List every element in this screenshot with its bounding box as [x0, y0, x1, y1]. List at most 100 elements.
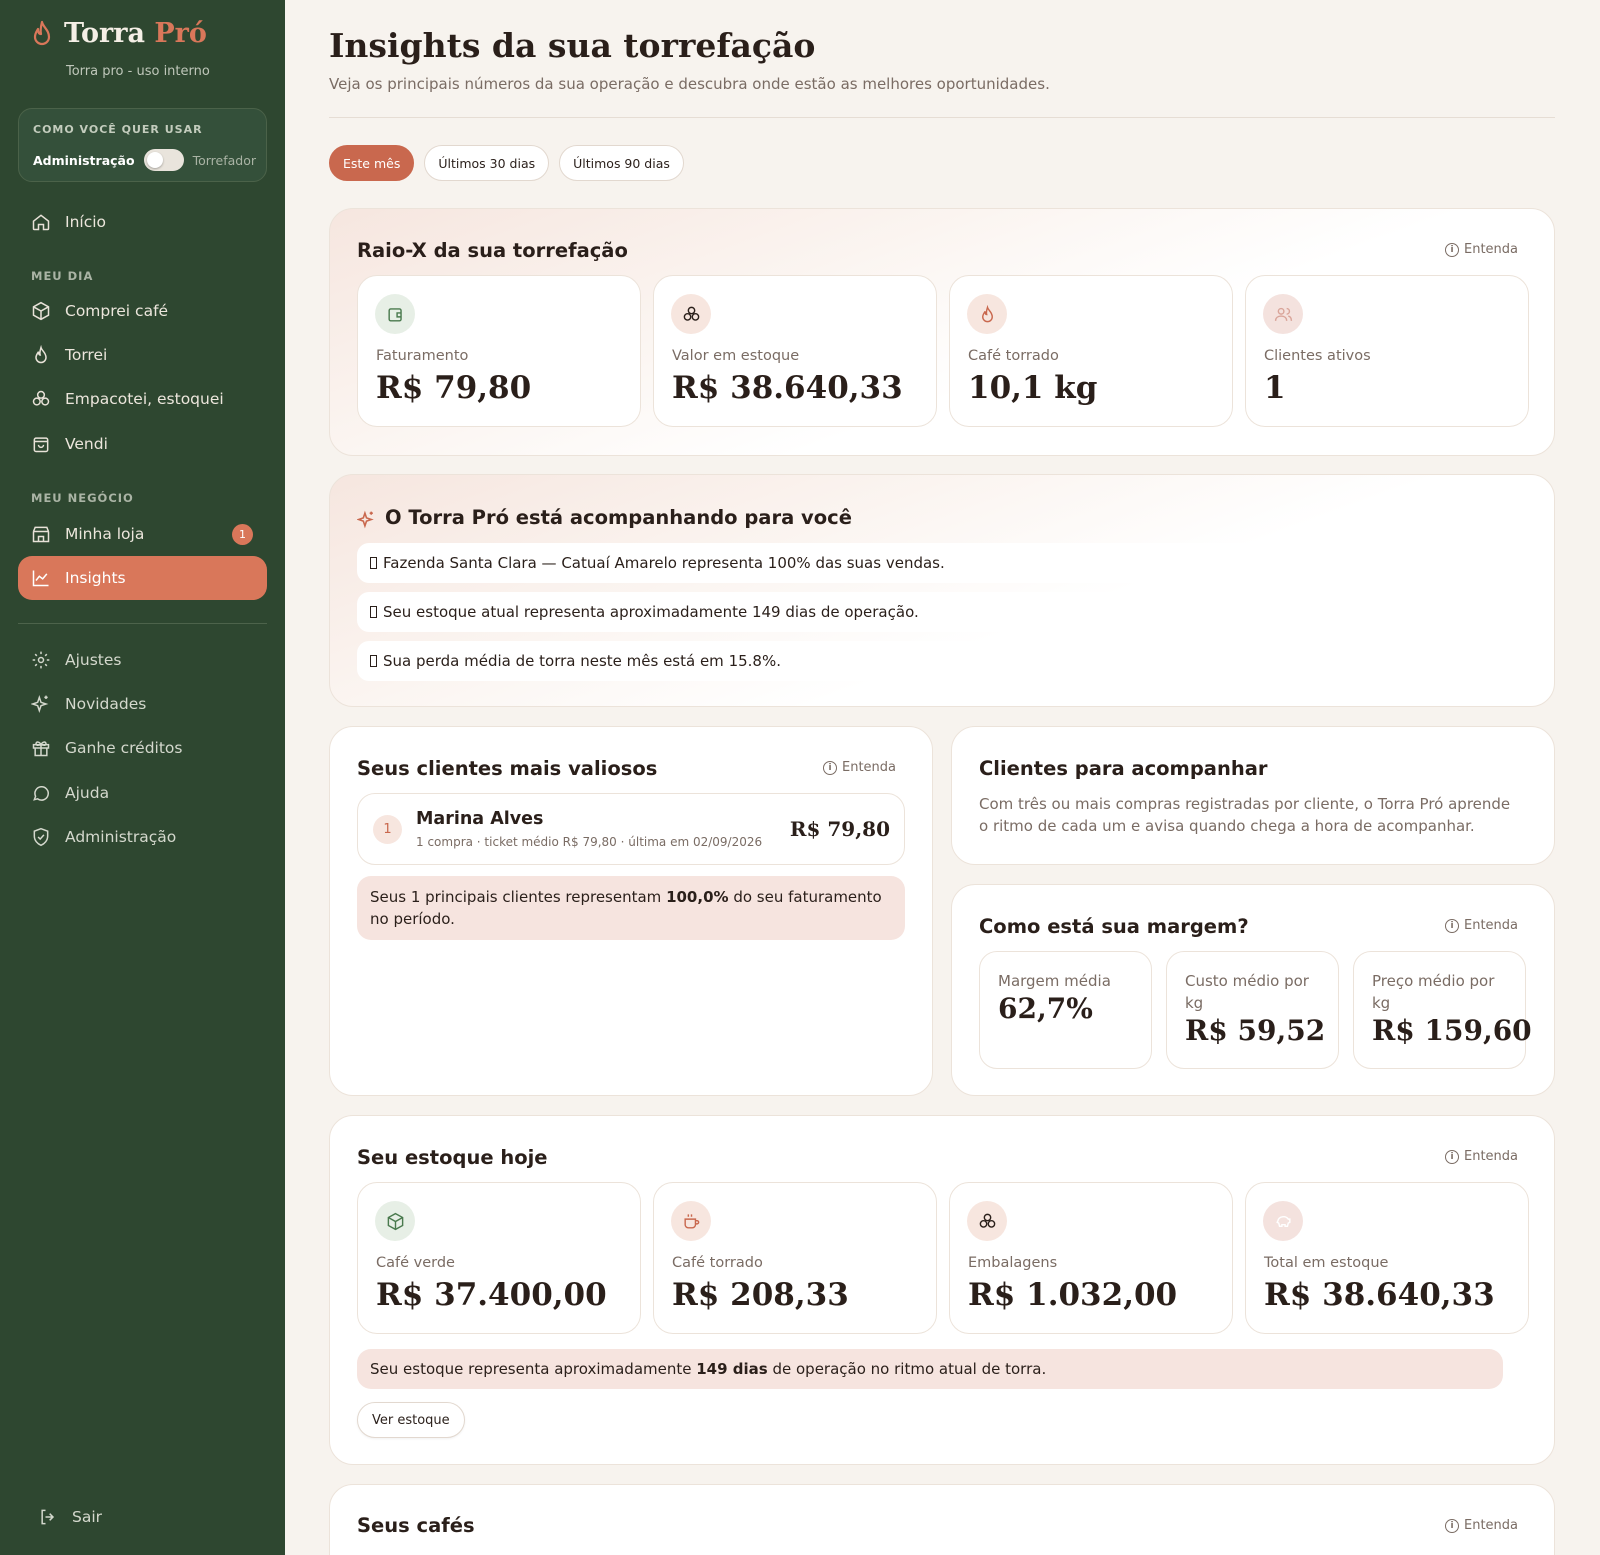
sidebar-item-label: Empacotei, estoquei [65, 390, 224, 408]
stat-label: Embalagens [968, 1255, 1058, 1271]
stock-cafe-torrado: Café torrado R$ 208,33 [653, 1182, 937, 1334]
flame-logo-icon [33, 20, 51, 45]
stat-label: Valor em estoque [672, 348, 800, 364]
mode-toggle[interactable] [143, 149, 184, 171]
client-value: R$ 79,80 [789, 817, 890, 841]
top-clients-note: Seus 1 principais clientes representam 1… [357, 876, 905, 940]
page-title: Insights da sua torrefação [329, 26, 816, 65]
sidebar-item-minha-loja[interactable]: Minha loja 1 [18, 512, 267, 556]
sidebar-item-comprei[interactable]: Comprei café [18, 289, 267, 333]
info-icon: i [1444, 918, 1459, 933]
stat-cafe-torrado: Café torrado 10,1 kg [949, 275, 1233, 427]
sidebar-item-label: Comprei café [65, 302, 169, 320]
ver-estoque-button[interactable]: Ver estoque [357, 1402, 465, 1438]
sidebar-item-inicio[interactable]: Início [18, 200, 267, 244]
stat-value: R$ 38.640,33 [1264, 1277, 1495, 1313]
stock-total: Total em estoque R$ 38.640,33 [1245, 1182, 1529, 1334]
raiox-title: Raio-X da sua torrefação [357, 239, 628, 262]
sidebar-item-label: Ajustes [65, 651, 122, 669]
usage-mode-box: COMO VOCÊ QUER USAR Administração Torref… [18, 108, 267, 182]
stat-label: Clientes ativos [1264, 348, 1371, 364]
gear-icon [32, 651, 50, 669]
store-icon [32, 526, 50, 543]
sidebar-item-novidades[interactable]: Novidades [18, 682, 267, 726]
stat-value: R$ 208,33 [672, 1277, 849, 1313]
usage-mode-title: COMO VOCÊ QUER USAR [33, 123, 203, 136]
package-icon [375, 1201, 415, 1241]
stat-value: R$ 79,80 [376, 370, 532, 406]
filter-30-dias[interactable]: Últimos 30 dias [424, 145, 550, 181]
brand-subtitle: Torra pro - uso interno [66, 64, 210, 79]
sidebar-item-label: Início [65, 213, 107, 231]
sidebar-item-label: Ajuda [65, 784, 110, 802]
margin-card: Como está sua margem? i Entenda Margem mé… [951, 884, 1555, 1096]
entenda-link[interactable]: i Entenda [1444, 1149, 1518, 1164]
sidebar-item-label: Vendi [65, 435, 108, 453]
info-icon: i [1444, 1149, 1459, 1164]
sidebar: Torra Pró Torra pro - uso interno COMO V… [0, 0, 285, 1555]
notification-badge: 1 [232, 524, 253, 545]
margin-label: Preço médio por kg [1372, 972, 1495, 1012]
entenda-link[interactable]: i Entenda [1444, 1518, 1518, 1533]
entenda-link[interactable]: i Entenda [1444, 242, 1518, 257]
filter-90-dias[interactable]: Últimos 90 dias [559, 145, 684, 181]
insights-feed-card: O Torra Pró está acompanhando para você … [329, 474, 1555, 707]
top-clients-title: Seus clientes mais valiosos [357, 757, 658, 780]
stat-label: Café torrado [672, 1255, 763, 1271]
stock-title: Seu estoque hoje [357, 1146, 548, 1169]
sidebar-item-torrei[interactable]: Torrei [18, 333, 267, 377]
sidebar-item-ajuda[interactable]: Ajuda [18, 771, 267, 815]
stat-label: Total em estoque [1264, 1255, 1389, 1271]
client-row[interactable]: 1 Marina Alves 1 compra · ticket médio R… [357, 793, 905, 865]
margin-value: 62,7% [998, 992, 1093, 1025]
stat-value: 10,1 kg [968, 370, 1098, 406]
sidebar-item-insights[interactable]: Insights [18, 556, 267, 600]
shopping-bag-icon [33, 437, 49, 453]
filter-este-mes[interactable]: Este mês [329, 145, 415, 181]
sidebar-item-empacotei[interactable]: Empacotei, estoquei [18, 377, 267, 421]
users-icon [1263, 294, 1303, 334]
stock-note: Seu estoque representa aproximadamente 1… [357, 1349, 1503, 1389]
stat-value: R$ 1.032,00 [968, 1277, 1178, 1313]
insight-item: Fazenda Santa Clara — Catuaí Amarelo rep… [357, 543, 1503, 583]
coffees-title: Seus cafés [357, 1514, 475, 1537]
brand[interactable]: Torra Pró [30, 18, 207, 49]
coffee-beans-icon [967, 1201, 1007, 1241]
logout-button[interactable]: Sair [18, 1495, 267, 1539]
piggy-bank-icon [1263, 1201, 1303, 1241]
sidebar-item-label: Torrei [65, 346, 108, 364]
mode-admin-label: Administração [33, 152, 135, 168]
flame-icon [967, 294, 1007, 334]
sparkles-icon [31, 694, 49, 714]
sidebar-item-vendi[interactable]: Vendi [18, 422, 267, 466]
stock-embalagens: Embalagens R$ 1.032,00 [949, 1182, 1233, 1334]
sidebar-item-ganhe[interactable]: Ganhe créditos [18, 726, 267, 770]
header-divider [329, 117, 1555, 118]
margin-media: Margem média 62,7% [979, 951, 1152, 1069]
entenda-link[interactable]: i Entenda [822, 760, 896, 775]
raiox-card: Raio-X da sua torrefação i Entenda Fatura… [329, 208, 1555, 456]
wallet-icon [375, 294, 415, 334]
gift-icon [32, 741, 50, 757]
stat-label: Café verde [376, 1255, 455, 1271]
sidebar-item-label: Ganhe créditos [65, 739, 183, 757]
info-icon: i [1444, 242, 1459, 257]
sidebar-item-ajustes[interactable]: Ajustes [18, 638, 267, 682]
margin-label: Margem média [998, 972, 1111, 990]
sidebar-divider [18, 623, 267, 624]
follow-clients-text: Com três ou mais compras registradas por… [979, 795, 1511, 835]
mode-roaster-label: Torrefador [192, 152, 256, 168]
margin-value: R$ 159,60 [1372, 1014, 1532, 1047]
insight-item: Seu estoque atual representa aproximadam… [357, 592, 1503, 632]
sidebar-item-administracao[interactable]: Administração [18, 815, 267, 859]
brand-name: Torra Pró [64, 18, 207, 49]
coffee-cup-icon [671, 1201, 711, 1241]
logout-icon [41, 1509, 55, 1525]
client-name: Marina Alves [416, 809, 544, 829]
stat-faturamento: Faturamento R$ 79,80 [357, 275, 641, 427]
stat-value: R$ 38.640,33 [672, 370, 903, 406]
insights-feed-title: O Torra Pró está acompanhando para você [385, 506, 852, 529]
page-subtitle: Veja os principais números da sua operaç… [329, 75, 1050, 93]
margin-label: Custo médio por kg [1185, 972, 1309, 1012]
entenda-link[interactable]: i Entenda [1444, 918, 1518, 933]
